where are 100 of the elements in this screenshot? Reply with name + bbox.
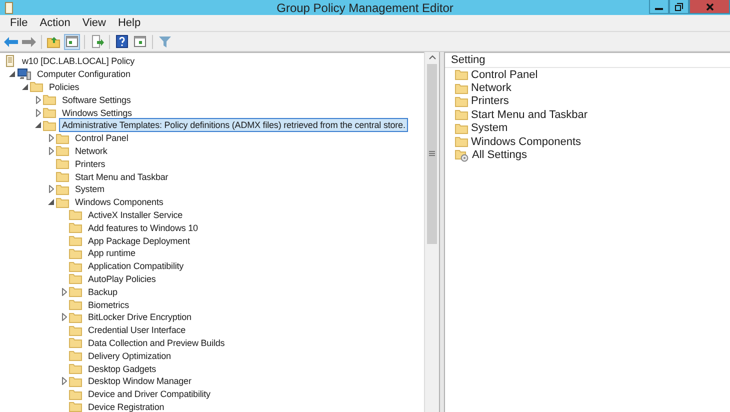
window-title: Group Policy Management Editor [276, 0, 454, 14]
tree-item[interactable]: App runtime [85, 246, 138, 260]
collapsed-arrow-icon[interactable] [62, 288, 66, 296]
menu-item[interactable]: View [76, 17, 112, 29]
folder-icon [455, 96, 468, 107]
folder-icon [69, 286, 82, 298]
menu-item[interactable]: File [4, 17, 34, 29]
tree-item[interactable]: Device Registration [85, 400, 168, 412]
folder-icon [69, 350, 82, 362]
collapsed-arrow-icon[interactable] [62, 377, 66, 386]
tree-item[interactable]: w10 [DC.LAB.LOCAL] Policy [19, 54, 138, 68]
folder-icon [69, 260, 82, 272]
tree-item[interactable]: Computer Configuration [34, 67, 134, 82]
folder-icon [69, 273, 82, 284]
folder-icon [69, 324, 82, 336]
expanded-arrow-icon[interactable] [9, 71, 15, 78]
collapsed-arrow-icon[interactable] [36, 96, 40, 104]
folder-icon [455, 136, 468, 148]
folder-icon [56, 158, 69, 170]
tree-item[interactable]: System [72, 182, 108, 196]
folder-icon [30, 81, 43, 92]
collapsed-arrow-icon[interactable] [48, 134, 54, 142]
tree-item[interactable]: App Package Deployment [85, 234, 193, 248]
folder-icon [69, 235, 82, 246]
tree-item[interactable]: BitLocker Drive Encryption [85, 310, 194, 324]
folder-icon [455, 82, 468, 94]
tree-item[interactable]: ActiveX Installer Service [85, 208, 186, 222]
policy-app-icon [4, 2, 14, 14]
help-icon[interactable] [114, 34, 130, 50]
column-header[interactable]: Setting [445, 53, 730, 68]
folder-icon [69, 363, 82, 374]
minimize-button[interactable] [649, 0, 669, 14]
list-item[interactable]: Start Menu and Taskbar [471, 108, 588, 121]
folder-icon [69, 401, 82, 412]
computer-icon [17, 68, 31, 80]
folder-icon [69, 312, 82, 323]
restore-button[interactable] [669, 0, 689, 14]
settings-folder-icon [455, 148, 469, 162]
tree-item[interactable]: Desktop Window Manager [85, 374, 194, 388]
restore-icon [675, 2, 683, 10]
folder-icon [69, 376, 82, 387]
window-pane-icon[interactable] [132, 34, 148, 50]
folder-icon [43, 107, 56, 118]
tree-item[interactable]: Data Collection and Preview Builds [85, 336, 228, 350]
folder-icon [43, 94, 56, 106]
tree-item[interactable]: Application Compatibility [85, 259, 187, 274]
tree-item[interactable]: Administrative Templates: Policy definitions (ADMX files) retrieved from the central store. [59, 118, 408, 132]
tree-item[interactable]: Biometrics [85, 298, 132, 312]
folder-icon [56, 132, 69, 144]
list-item[interactable]: Windows Components [471, 136, 582, 148]
folder-icon [56, 171, 69, 182]
folder-icon [69, 299, 82, 310]
menu-item[interactable]: Action [34, 17, 76, 29]
tree-item[interactable]: Delivery Optimization [85, 348, 174, 363]
folder-icon [56, 184, 69, 195]
tree-item[interactable]: Software Settings [59, 92, 134, 107]
scrollbar[interactable] [424, 52, 439, 412]
scroll-document-icon [4, 55, 16, 68]
pane-toggle-icon[interactable] [64, 34, 80, 50]
tree-item[interactable]: Credential User Interface [85, 323, 189, 338]
tree-item[interactable]: Desktop Gadgets [85, 362, 160, 376]
folder-icon [455, 122, 468, 134]
folder-icon [56, 196, 69, 208]
tree-item[interactable]: Policies [46, 80, 82, 94]
folder-icon [455, 109, 468, 120]
tree-item[interactable]: Device and Driver Compatibility [85, 387, 214, 402]
tree-item[interactable]: Backup [85, 284, 120, 299]
tree-item[interactable]: Windows Settings [59, 106, 135, 120]
tree-item[interactable]: Start Menu and Taskbar [72, 170, 172, 184]
list-item[interactable]: System [471, 122, 508, 134]
list-item[interactable]: Network [471, 82, 512, 94]
close-icon [706, 2, 714, 10]
tree-item[interactable]: AutoPlay Policies [85, 272, 159, 286]
list-item[interactable]: All Settings [472, 149, 528, 162]
collapsed-arrow-icon[interactable] [62, 313, 66, 322]
tree-item[interactable]: Network [72, 144, 110, 158]
close-button[interactable] [689, 0, 730, 14]
tree-item[interactable]: Add features to Windows 10 [85, 220, 201, 235]
folder-icon [43, 120, 56, 131]
expanded-arrow-icon[interactable] [22, 84, 28, 90]
collapsed-arrow-icon[interactable] [36, 108, 40, 117]
expanded-arrow-icon[interactable] [35, 122, 41, 128]
export-list-icon[interactable] [89, 34, 105, 50]
list-item[interactable]: Control Panel [471, 68, 538, 81]
tree-item[interactable]: Windows Components [72, 195, 166, 210]
tree-item[interactable]: Printers [72, 156, 108, 171]
folder-icon [69, 388, 82, 400]
collapsed-arrow-icon[interactable] [48, 146, 54, 155]
folder-icon [56, 145, 69, 156]
folder-icon [69, 222, 82, 234]
folder-icon [69, 209, 82, 220]
folder-icon [455, 69, 468, 80]
tree-item[interactable]: Control Panel [72, 131, 132, 146]
collapsed-arrow-icon[interactable] [48, 185, 54, 194]
filter-icon[interactable] [157, 34, 173, 50]
folder-icon [69, 337, 82, 348]
expanded-arrow-icon[interactable] [48, 199, 54, 206]
scroll-thumb[interactable] [427, 64, 437, 244]
menu-item[interactable]: Help [112, 17, 147, 29]
list-item[interactable]: Printers [471, 95, 509, 108]
